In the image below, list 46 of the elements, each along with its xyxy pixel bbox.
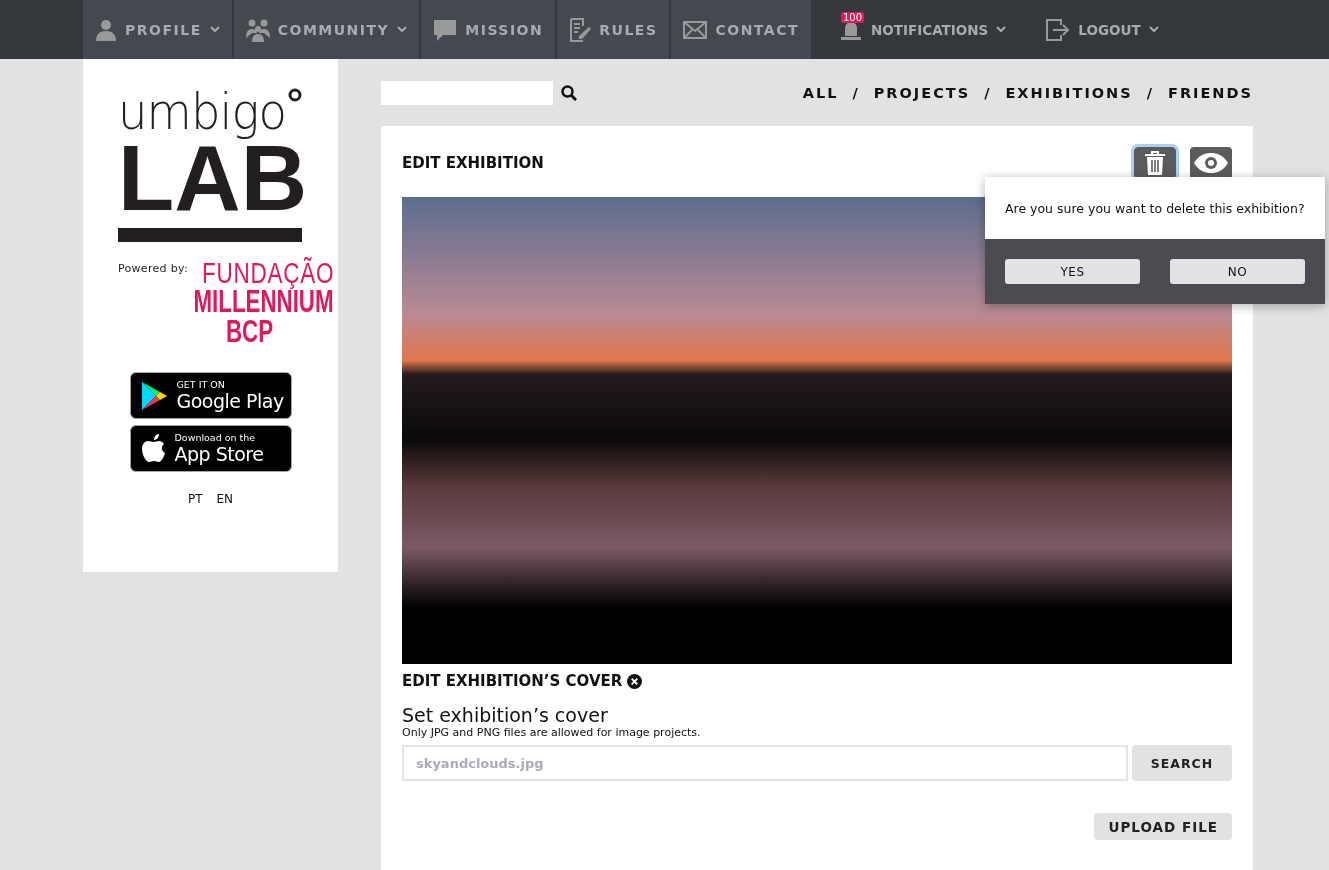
speech-bubble-icon: [433, 17, 458, 42]
file-type-hint: Only JPG and PNG files are allowed for image projects.: [402, 726, 702, 739]
confirm-button[interactable]: NO: [1170, 259, 1305, 284]
preview-button[interactable]: [1190, 147, 1232, 179]
play-triangle-icon: [140, 380, 169, 411]
filter-separator: /: [852, 84, 860, 101]
eye-icon: [1193, 152, 1229, 174]
nav-item[interactable]: COMMUNITY: [233, 0, 420, 59]
apple-icon: [140, 433, 167, 464]
people-icon: [245, 17, 270, 42]
powered-by-label: Powered by:: [118, 261, 188, 277]
nav-item[interactable]: MISSION: [421, 0, 556, 59]
filter-link[interactable]: ALL: [802, 84, 839, 101]
nav-item[interactable]: NOTIFICATIONS 100: [827, 0, 1019, 59]
language-link[interactable]: PT: [187, 492, 203, 506]
nav-item[interactable]: PROFILE: [83, 0, 232, 59]
notification-badge: 100: [841, 12, 865, 23]
trash-icon: [1144, 151, 1166, 175]
search-button[interactable]: SEARCH: [1132, 745, 1232, 781]
nav-item[interactable]: CONTACT: [671, 0, 811, 59]
confirm-message: Are you sure you want to delete this exhibition?: [1005, 200, 1305, 216]
filter-link[interactable]: PROJECTS: [873, 84, 971, 101]
nav-item[interactable]: LOGOUT: [1034, 0, 1171, 59]
document-pen-icon: [569, 17, 592, 42]
filter-link[interactable]: EXHIBITIONS: [1005, 84, 1133, 101]
search-icon[interactable]: [561, 84, 577, 101]
language-link[interactable]: EN: [216, 492, 234, 506]
search-field[interactable]: [381, 80, 553, 105]
confirm-button[interactable]: YES: [1005, 259, 1140, 284]
logout-icon: [1046, 18, 1071, 41]
ring-icon: [288, 88, 302, 102]
delete-button[interactable]: [1134, 147, 1176, 179]
close-icon[interactable]: [627, 673, 643, 689]
store-badge[interactable]: Download on the App Store: [129, 425, 292, 472]
section-title: EDIT EXHIBITION’S COVER: [402, 672, 623, 690]
filter-link[interactable]: FRIENDS: [1168, 84, 1253, 101]
sponsor-logo-text: BCP: [225, 317, 274, 347]
cover-heading: Set exhibition’s cover: [402, 704, 609, 726]
nav-item[interactable]: RULES: [557, 0, 670, 59]
filter-separator: /: [984, 84, 992, 101]
person-icon: [95, 18, 117, 41]
upload-file-button[interactable]: UPLOAD FILE: [1094, 813, 1232, 840]
envelope-icon: [683, 20, 708, 39]
store-badge[interactable]: GET IT ON Google Play: [129, 372, 292, 419]
filter-separator: /: [1146, 84, 1154, 101]
section-title: EDIT EXHIBITION: [402, 154, 544, 172]
